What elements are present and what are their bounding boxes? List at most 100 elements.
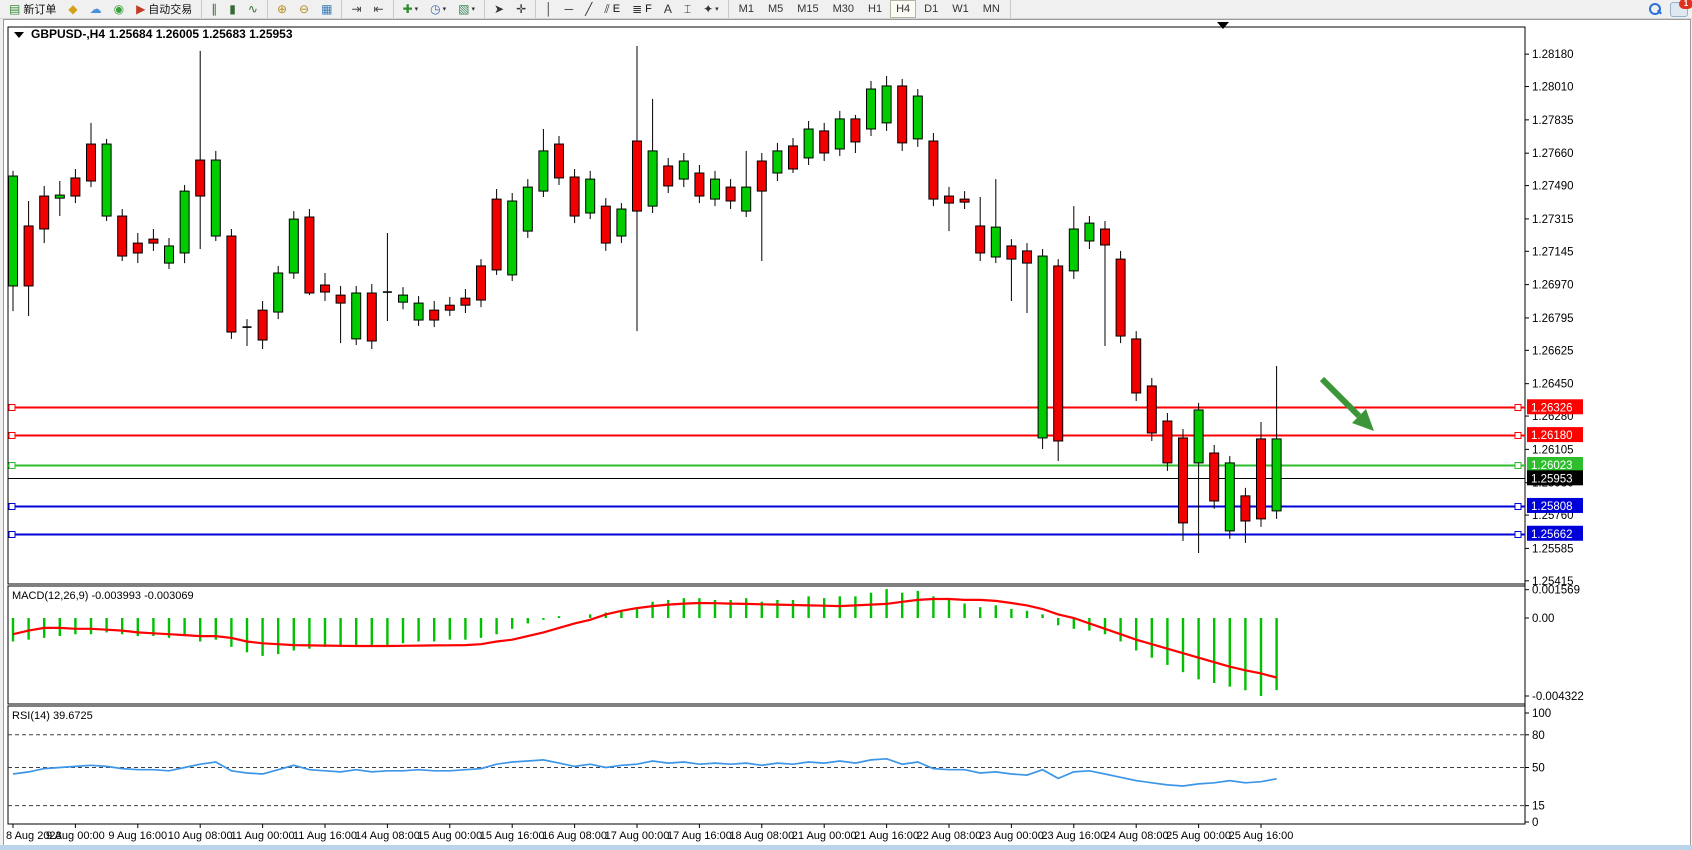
autotrade-glyph: ▶ xyxy=(136,2,145,16)
timeframe-h4-button[interactable]: H4 xyxy=(890,0,916,18)
line-right-handle[interactable] xyxy=(1515,463,1521,469)
horizontal-line-button[interactable]: ─ xyxy=(560,0,579,18)
chat-unread-badge: 1 xyxy=(1679,0,1692,9)
cursor-button[interactable]: ➤ xyxy=(489,0,509,18)
candle-body xyxy=(1132,339,1141,393)
bar-chart-type-button[interactable]: ∥ xyxy=(206,0,222,18)
community-icon[interactable]: ☁ xyxy=(85,0,107,18)
candle-body xyxy=(851,119,860,142)
candle-body xyxy=(352,293,361,339)
candle-body xyxy=(991,227,1000,257)
candle-body xyxy=(757,161,766,191)
timeframe-w1-button[interactable]: W1 xyxy=(946,0,975,18)
tile-windows-glyph: ▦ xyxy=(321,2,332,16)
templates-button-dropdown-arrow[interactable]: ▾ xyxy=(471,5,475,13)
timeframe-m15-button[interactable]: M15 xyxy=(791,0,824,18)
timeframe-m1-button[interactable]: M1 xyxy=(733,0,760,18)
line-left-handle[interactable] xyxy=(9,504,15,510)
templates-button[interactable]: ▧▾ xyxy=(453,0,480,18)
shapes-button-dropdown-arrow[interactable]: ▾ xyxy=(715,5,719,13)
date-tick-label: 21 Aug 16:00 xyxy=(854,830,919,842)
candle-body xyxy=(976,226,985,253)
main-toolbar: ▤新订单◆☁◉▶自动交易∥▮∿⊕⊖▦⇥⇤✚▾◷▾▧▾➤✛│─╱⫽E≣FA⌶✦▾M… xyxy=(0,0,1692,19)
chart-surface[interactable]: 1.281801.280101.278351.276601.274901.273… xyxy=(4,20,1690,846)
line-right-handle[interactable] xyxy=(1515,532,1521,538)
candle-body xyxy=(617,209,626,236)
candle-body xyxy=(804,129,813,158)
zoom-in-button[interactable]: ⊕ xyxy=(272,0,292,18)
line-left-handle[interactable] xyxy=(9,532,15,538)
deposit-icon[interactable]: ◆ xyxy=(63,0,82,18)
indicators-button-dropdown-arrow[interactable]: ▾ xyxy=(415,5,419,13)
deposit-icon-glyph: ◆ xyxy=(68,2,77,16)
price-tick-label: 1.27145 xyxy=(1532,246,1574,258)
candle-body xyxy=(539,151,548,191)
timeframe-mn-button[interactable]: MN xyxy=(977,0,1006,18)
toolbar-group-3: ⇥⇤ xyxy=(342,0,393,18)
candle-body xyxy=(211,160,220,236)
periods-button[interactable]: ◷▾ xyxy=(425,0,451,18)
application-window: ▤新订单◆☁◉▶自动交易∥▮∿⊕⊖▦⇥⇤✚▾◷▾▧▾➤✛│─╱⫽E≣FA⌶✦▾M… xyxy=(0,0,1692,850)
candle-body xyxy=(633,141,642,211)
auto-scroll-button[interactable]: ⇥ xyxy=(346,0,366,18)
timeframe-d1-button[interactable]: D1 xyxy=(918,0,944,18)
price-tick-label: 1.28010 xyxy=(1532,82,1574,94)
search-icon[interactable] xyxy=(1648,2,1662,16)
candle-body xyxy=(1225,463,1234,531)
crosshair-button[interactable]: ✛ xyxy=(511,0,531,18)
timeframe-m5-button[interactable]: M5 xyxy=(762,0,789,18)
candle-body xyxy=(1147,386,1156,433)
toolbar-group-5: ➤✛ xyxy=(485,0,536,18)
line-right-handle[interactable] xyxy=(1515,433,1521,439)
new-order-button[interactable]: ▤新订单 xyxy=(4,0,61,18)
bar-chart-type-glyph: ∥ xyxy=(211,2,217,16)
price-tag-label: 1.26180 xyxy=(1531,430,1573,442)
trendline-button[interactable]: ╱ xyxy=(580,0,597,18)
candle-body xyxy=(430,310,439,320)
toolbar-group-1: ∥ ▮∿ xyxy=(202,0,268,18)
date-tick-label: 23 Aug 00:00 xyxy=(979,830,1044,842)
candle-body xyxy=(336,295,345,303)
autotrade-button[interactable]: ▶自动交易 xyxy=(131,0,197,18)
candle-body xyxy=(40,196,49,229)
candle-body xyxy=(929,141,938,199)
candlestick-chart-type-button[interactable]: ▮ xyxy=(224,0,241,18)
text-button[interactable]: A xyxy=(659,0,677,18)
line-left-handle[interactable] xyxy=(9,433,15,439)
date-tick-label: 15 Aug 16:00 xyxy=(480,830,545,842)
horizontal-line-glyph: ─ xyxy=(565,2,574,16)
timeframe-m30-button[interactable]: M30 xyxy=(827,0,860,18)
zoom-out-button[interactable]: ⊖ xyxy=(294,0,314,18)
channel-button[interactable]: ⫽E xyxy=(599,0,625,18)
text-label-button[interactable]: ⌶ xyxy=(679,0,696,18)
candle-body xyxy=(477,266,486,300)
fibonacci-button[interactable]: ≣F xyxy=(627,0,657,18)
indicators-button[interactable]: ✚▾ xyxy=(398,0,424,18)
line-right-handle[interactable] xyxy=(1515,504,1521,510)
chart-shift-button[interactable]: ⇤ xyxy=(369,0,389,18)
date-tick-label: 21 Aug 00:00 xyxy=(792,830,857,842)
price-tick-label: 1.26970 xyxy=(1532,280,1574,292)
line-left-handle[interactable] xyxy=(9,405,15,411)
signals-icon[interactable]: ◉ xyxy=(109,0,129,18)
candle-body xyxy=(399,295,408,302)
tile-windows-button[interactable]: ▦ xyxy=(316,0,337,18)
line-right-handle[interactable] xyxy=(1515,405,1521,411)
candle-body xyxy=(1038,256,1047,438)
price-tick-label: 1.26625 xyxy=(1532,345,1574,357)
timeframe-h1-button[interactable]: H1 xyxy=(862,0,888,18)
candle-body xyxy=(1085,223,1094,241)
channel-button-label: E xyxy=(613,3,620,15)
vertical-line-button[interactable]: │ xyxy=(540,0,558,18)
candle-body xyxy=(945,196,954,203)
chat-icon[interactable]: 1 xyxy=(1670,2,1688,17)
line-left-handle[interactable] xyxy=(9,463,15,469)
periods-button-dropdown-arrow[interactable]: ▾ xyxy=(443,5,447,13)
date-tick-label: 25 Aug 00:00 xyxy=(1166,830,1231,842)
rsi-tick-label: 80 xyxy=(1532,730,1545,742)
price-tick-label: 1.26450 xyxy=(1532,379,1574,391)
shapes-button[interactable]: ✦▾ xyxy=(698,0,724,18)
candle-body xyxy=(289,219,298,273)
line-chart-type-button[interactable]: ∿ xyxy=(243,0,263,18)
trendline-glyph: ╱ xyxy=(585,2,592,16)
